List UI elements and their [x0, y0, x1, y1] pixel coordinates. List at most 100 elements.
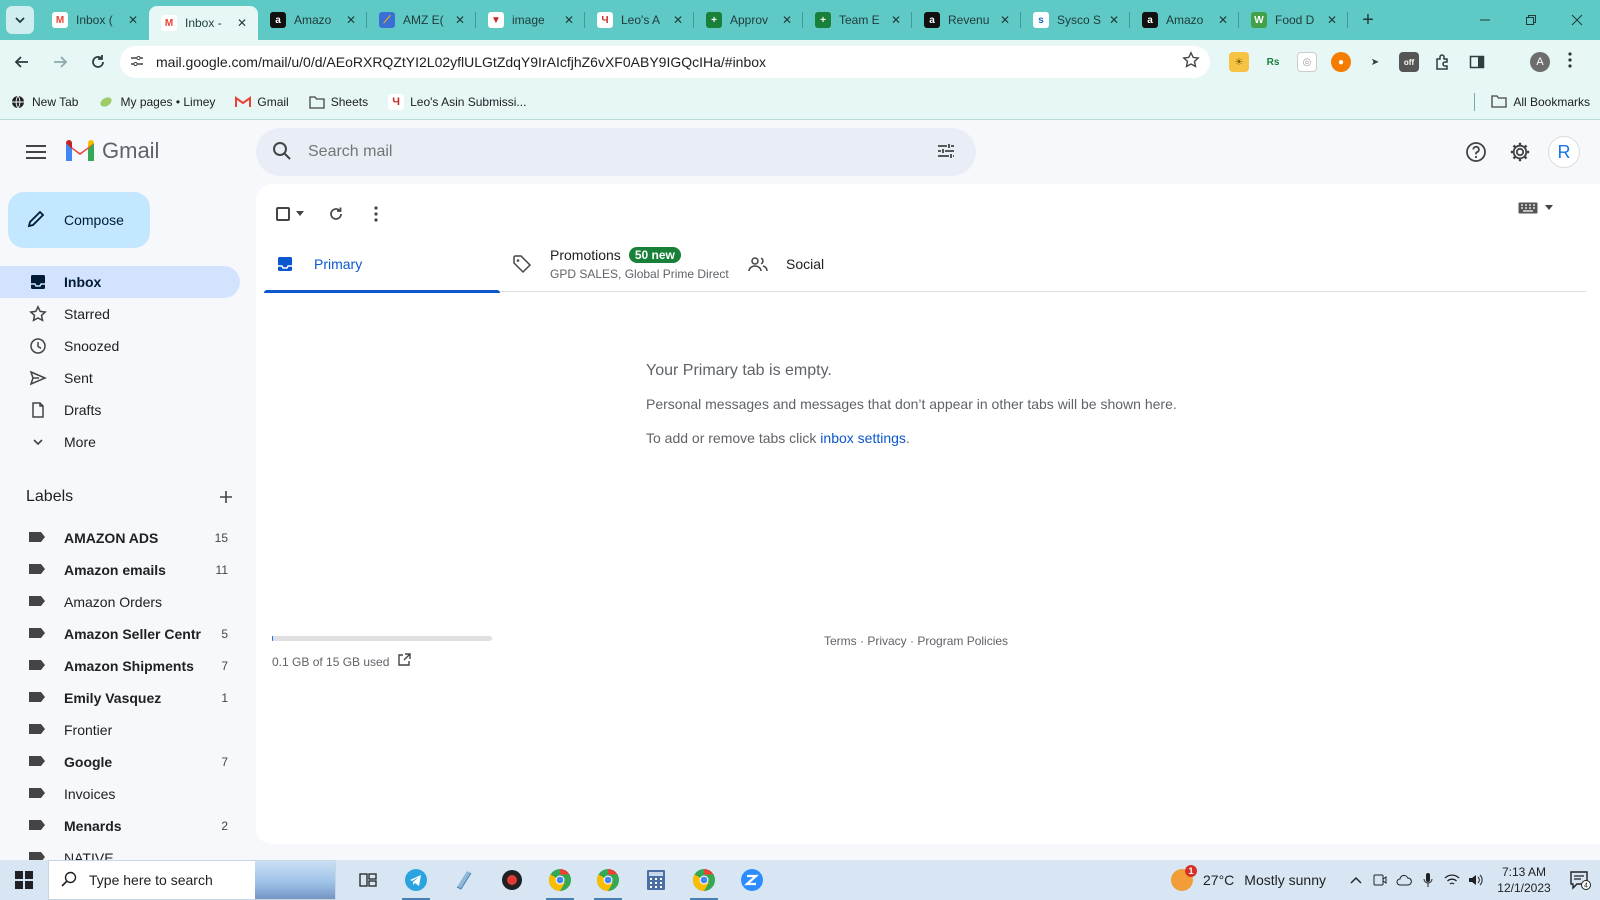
extension-orange-icon[interactable]: ● [1331, 52, 1351, 72]
label-item[interactable]: Emily Vasquez 1 [0, 682, 240, 714]
select-all-checkbox[interactable] [276, 207, 290, 221]
tab-search-button[interactable] [6, 6, 34, 34]
extension-arrow-icon[interactable]: ➤ [1365, 52, 1385, 72]
chrome-profile-avatar[interactable]: A [1530, 52, 1550, 72]
search-options-icon[interactable] [936, 141, 960, 164]
label-item[interactable]: Amazon Shipments 7 [0, 650, 240, 682]
nav-more[interactable]: More [0, 426, 240, 458]
tab-close-icon[interactable]: ✕ [779, 13, 795, 27]
label-item[interactable]: Menards 2 [0, 810, 240, 842]
browser-tab[interactable]: Ч Leo's A ✕ [585, 0, 694, 40]
privacy-link[interactable]: Privacy [867, 634, 906, 648]
compose-button[interactable]: Compose [8, 192, 150, 248]
account-avatar[interactable]: R [1548, 136, 1580, 168]
label-item[interactable]: Frontier [0, 714, 240, 746]
nav-starred[interactable]: Starred [0, 298, 240, 330]
label-item[interactable]: Google 7 [0, 746, 240, 778]
tab-close-icon[interactable]: ✕ [1324, 13, 1340, 27]
restore-button[interactable] [1508, 0, 1554, 40]
tab-close-icon[interactable]: ✕ [1215, 13, 1231, 27]
tab-close-icon[interactable]: ✕ [888, 13, 904, 27]
tab-close-icon[interactable]: ✕ [343, 13, 359, 27]
tab-social[interactable]: Social [736, 236, 972, 292]
browser-tab[interactable]: M Inbox - ✕ [149, 6, 258, 40]
start-button[interactable] [0, 860, 48, 900]
tab-primary[interactable]: Primary [264, 236, 500, 293]
search-icon[interactable] [272, 141, 296, 164]
tab-close-icon[interactable]: ✕ [125, 13, 141, 27]
nav-inbox[interactable]: Inbox [0, 266, 240, 298]
open-in-new-icon[interactable] [397, 653, 412, 670]
tray-overflow-icon[interactable] [1345, 860, 1367, 900]
close-window-button[interactable] [1554, 0, 1600, 40]
refresh-button[interactable] [316, 194, 356, 234]
tab-close-icon[interactable]: ✕ [561, 13, 577, 27]
search-input[interactable] [308, 143, 936, 161]
taskbar-calculator[interactable] [632, 860, 680, 900]
site-info-icon[interactable] [130, 54, 144, 71]
bookmark-star-icon[interactable] [1182, 50, 1200, 74]
chrome-menu-icon[interactable] [1568, 52, 1572, 73]
label-item[interactable]: Invoices [0, 778, 240, 810]
bookmark-sheets[interactable]: Sheets [309, 94, 368, 110]
extension-tool-icon[interactable]: ◎ [1297, 52, 1317, 72]
taskbar-app-red-dot[interactable] [488, 860, 536, 900]
bookmark-gmail[interactable]: Gmail [235, 94, 289, 110]
help-button[interactable] [1456, 132, 1496, 172]
add-label-button[interactable] [216, 484, 236, 510]
tab-close-icon[interactable]: ✕ [1106, 13, 1122, 27]
reload-button[interactable] [82, 46, 114, 78]
tray-meet-icon[interactable] [1369, 860, 1391, 900]
taskbar-chrome-1[interactable] [536, 860, 584, 900]
main-menu-icon[interactable] [24, 140, 48, 164]
taskbar-telegram[interactable] [392, 860, 440, 900]
minimize-button[interactable] [1462, 0, 1508, 40]
taskbar-zoom[interactable] [728, 860, 776, 900]
tray-cloud-icon[interactable] [1393, 860, 1415, 900]
taskbar-files[interactable] [440, 860, 488, 900]
tray-volume-icon[interactable] [1465, 860, 1487, 900]
browser-tab[interactable]: a Amazo ✕ [1130, 0, 1239, 40]
side-panel-icon[interactable] [1467, 52, 1487, 72]
new-tab-button[interactable]: + [1354, 6, 1382, 34]
all-bookmarks[interactable]: All Bookmarks [1474, 93, 1590, 111]
taskbar-search[interactable]: Type here to search [48, 860, 336, 900]
settings-button[interactable] [1500, 132, 1540, 172]
label-item[interactable]: Amazon emails 11 [0, 554, 240, 586]
tray-microphone-icon[interactable] [1417, 860, 1439, 900]
browser-tab[interactable]: + Team E ✕ [803, 0, 912, 40]
extension-off-icon[interactable]: off [1399, 52, 1419, 72]
browser-tab[interactable]: + Approv ✕ [694, 0, 803, 40]
browser-tab[interactable]: a Amazo ✕ [258, 0, 367, 40]
tab-close-icon[interactable]: ✕ [997, 13, 1013, 27]
label-item[interactable]: Amazon Orders [0, 586, 240, 618]
select-dropdown-icon[interactable] [296, 209, 304, 219]
weather-widget[interactable]: 1 27°C Mostly sunny [1171, 865, 1326, 891]
extensions-puzzle-icon[interactable] [1433, 52, 1453, 72]
task-view-button[interactable] [344, 860, 392, 900]
taskbar-chrome-3[interactable] [680, 860, 728, 900]
label-item[interactable]: AMAZON ADS 15 [0, 522, 240, 554]
taskbar-chrome-2[interactable] [584, 860, 632, 900]
notification-center-button[interactable]: 4 [1560, 870, 1600, 890]
forward-button[interactable] [44, 46, 76, 78]
back-button[interactable] [6, 46, 38, 78]
browser-tab[interactable]: s Sysco S ✕ [1021, 0, 1130, 40]
search-bar[interactable] [256, 128, 976, 176]
bookmark-limey[interactable]: My pages • Limey [98, 94, 215, 110]
tray-wifi-icon[interactable] [1441, 860, 1463, 900]
nav-drafts[interactable]: Drafts [0, 394, 240, 426]
tab-close-icon[interactable]: ✕ [452, 13, 468, 27]
browser-tab[interactable]: ▼ image ✕ [476, 0, 585, 40]
input-tools-button[interactable] [1518, 202, 1554, 214]
gmail-logo[interactable]: Gmail [64, 138, 159, 164]
extension-sun-icon[interactable]: ☀ [1229, 52, 1249, 72]
tab-close-icon[interactable]: ✕ [670, 13, 686, 27]
nav-sent[interactable]: Sent [0, 362, 240, 394]
program-policies-link[interactable]: Program Policies [917, 634, 1008, 648]
extension-rs-icon[interactable]: Rs [1263, 52, 1283, 72]
label-item[interactable]: Amazon Seller Centr 5 [0, 618, 240, 650]
inbox-settings-link[interactable]: inbox settings [820, 430, 906, 446]
browser-tab[interactable]: a Revenu ✕ [912, 0, 1021, 40]
more-options-button[interactable] [356, 194, 396, 234]
